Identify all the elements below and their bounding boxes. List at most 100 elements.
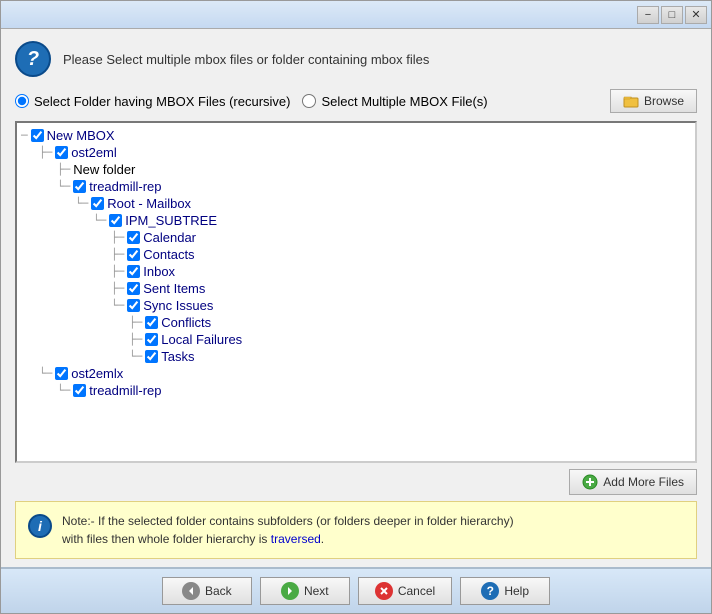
tree-row: └─ Sync Issues — [111, 297, 691, 314]
tree-checkbox[interactable] — [127, 231, 140, 244]
tree-children-4: └─ IPM_SUBTREE ├─ Calendar — [93, 212, 691, 365]
tree-row: ├─ Local Failures — [129, 331, 691, 348]
tree-label[interactable]: Root - Mailbox — [107, 196, 191, 211]
tree-checkbox[interactable] — [127, 299, 140, 312]
tree-row: ├─ Sent Items — [111, 280, 691, 297]
add-more-row: Add More Files — [15, 463, 697, 501]
folder-option[interactable]: Select Folder having MBOX Files (recursi… — [15, 94, 290, 109]
tree-label[interactable]: Conflicts — [161, 315, 211, 330]
tree-row: └─ ost2emlx — [39, 365, 691, 382]
tree-row: └─ IPM_SUBTREE — [93, 212, 691, 229]
cancel-button[interactable]: Cancel — [358, 577, 452, 605]
tree-label[interactable]: Sent Items — [143, 281, 205, 296]
folder-radio[interactable] — [15, 94, 29, 108]
tree-connector: ─ — [21, 129, 28, 142]
tree-label[interactable]: Sync Issues — [143, 298, 213, 313]
note-highlight: traversed — [271, 532, 321, 546]
minimize-button[interactable]: − — [637, 6, 659, 24]
tree-connector: └─ — [39, 367, 52, 380]
tree-checkbox[interactable] — [127, 282, 140, 295]
add-icon — [582, 474, 598, 490]
browse-button[interactable]: Browse — [610, 89, 697, 113]
next-label: Next — [304, 584, 329, 598]
folder-option-label: Select Folder having MBOX Files (recursi… — [34, 94, 290, 109]
help-icon: ? — [481, 582, 499, 600]
tree-connector: ├─ — [111, 265, 124, 278]
tree-row: └─ Tasks — [129, 348, 691, 365]
tree-checkbox[interactable] — [127, 248, 140, 261]
files-option[interactable]: Select Multiple MBOX File(s) — [302, 94, 487, 109]
tree-connector: ├─ — [129, 316, 142, 329]
files-radio[interactable] — [302, 94, 316, 108]
tree-checkbox[interactable] — [73, 384, 86, 397]
note-box: i Note:- If the selected folder contains… — [15, 501, 697, 559]
add-more-button[interactable]: Add More Files — [569, 469, 697, 495]
tree-checkbox[interactable] — [55, 146, 68, 159]
footer: Back Next Cancel ? Help — [1, 567, 711, 613]
tree-label[interactable]: ost2eml — [71, 145, 117, 160]
tree-row: └─ treadmill-rep — [57, 178, 691, 195]
header-row: ? Please Select multiple mbox files or f… — [15, 41, 697, 77]
tree-label[interactable]: IPM_SUBTREE — [125, 213, 217, 228]
tree-label[interactable]: Local Failures — [161, 332, 242, 347]
tree-row: ├─ Contacts — [111, 246, 691, 263]
tree-checkbox[interactable] — [73, 180, 86, 193]
tree-checkbox[interactable] — [145, 350, 158, 363]
tree-label[interactable]: Tasks — [161, 349, 194, 364]
tree-checkbox[interactable] — [145, 316, 158, 329]
tree-connector: ├─ — [39, 146, 52, 159]
note-text-3: . — [321, 532, 324, 546]
header-text: Please Select multiple mbox files or fol… — [63, 52, 429, 67]
tree-children-ost2emlx: └─ treadmill-rep — [57, 382, 691, 399]
tree-row: ├─ ost2eml — [39, 144, 691, 161]
folder-icon — [623, 93, 639, 109]
help-label: Help — [504, 584, 529, 598]
title-bar: − □ ✕ — [1, 1, 711, 29]
tree-children-1: ├─ ost2eml ├─ New folder └─ treadmill-re… — [39, 144, 691, 399]
tree-children-3: └─ Root - Mailbox └─ IPM_SUBTREE — [75, 195, 691, 365]
tree-connector: └─ — [93, 214, 106, 227]
tree-checkbox[interactable] — [127, 265, 140, 278]
next-icon — [281, 582, 299, 600]
tree-label[interactable]: New MBOX — [47, 128, 115, 143]
close-button[interactable]: ✕ — [685, 6, 707, 24]
tree-connector: └─ — [75, 197, 88, 210]
tree-container[interactable]: ─ New MBOX ├─ ost2eml ├─ New folder — [15, 121, 697, 463]
tree-label[interactable]: treadmill-rep — [89, 179, 161, 194]
main-content: ? Please Select multiple mbox files or f… — [1, 29, 711, 567]
tree-checkbox[interactable] — [91, 197, 104, 210]
tree-children-2: ├─ New folder └─ treadmill-rep └─ Root - — [57, 161, 691, 365]
tree-connector: ├─ — [111, 282, 124, 295]
tree-checkbox[interactable] — [55, 367, 68, 380]
note-text-1: Note:- If the selected folder contains s… — [62, 514, 514, 528]
cancel-label: Cancel — [398, 584, 435, 598]
tree-label[interactable]: New folder — [73, 162, 135, 177]
back-button[interactable]: Back — [162, 577, 252, 605]
note-info-icon: i — [28, 514, 52, 538]
tree-checkbox[interactable] — [145, 333, 158, 346]
note-text: Note:- If the selected folder contains s… — [62, 512, 514, 548]
tree-row: └─ treadmill-rep — [57, 382, 691, 399]
tree-checkbox[interactable] — [109, 214, 122, 227]
tree-row: └─ Root - Mailbox — [75, 195, 691, 212]
help-button[interactable]: ? Help — [460, 577, 550, 605]
add-more-label: Add More Files — [603, 475, 684, 489]
question-icon: ? — [15, 41, 51, 77]
files-option-label: Select Multiple MBOX File(s) — [321, 94, 487, 109]
cancel-icon — [375, 582, 393, 600]
restore-button[interactable]: □ — [661, 6, 683, 24]
tree-connector: └─ — [129, 350, 142, 363]
tree-label[interactable]: Calendar — [143, 230, 196, 245]
browse-label: Browse — [644, 94, 684, 108]
tree-connector: ├─ — [111, 248, 124, 261]
tree-label[interactable]: treadmill-rep — [89, 383, 161, 398]
tree-label[interactable]: Contacts — [143, 247, 194, 262]
tree-row: ├─ New folder — [57, 161, 691, 178]
tree-row: ├─ Conflicts — [129, 314, 691, 331]
tree-label[interactable]: ost2emlx — [71, 366, 123, 381]
tree-label[interactable]: Inbox — [143, 264, 175, 279]
tree-connector: └─ — [111, 299, 124, 312]
options-row: Select Folder having MBOX Files (recursi… — [15, 89, 697, 113]
tree-checkbox[interactable] — [31, 129, 44, 142]
next-button[interactable]: Next — [260, 577, 350, 605]
